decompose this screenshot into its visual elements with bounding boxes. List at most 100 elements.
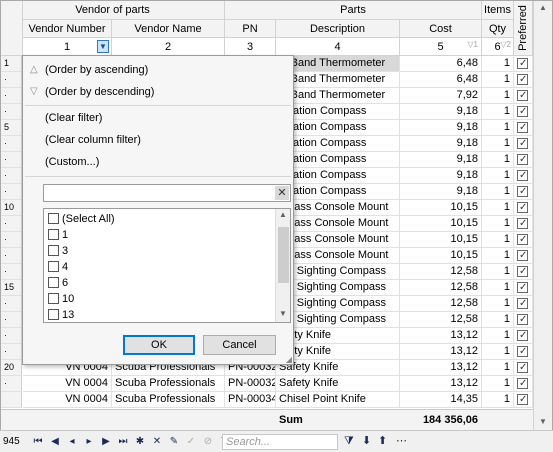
cell-desc[interactable]: afety Knife (276, 328, 400, 344)
cell-preferred[interactable] (514, 120, 533, 136)
filter-dropdown-icon[interactable]: ▼ (97, 40, 109, 53)
first-record-icon[interactable]: ⏮ (30, 436, 46, 447)
filter-value-checkbox[interactable] (48, 293, 59, 304)
row-indicator[interactable]: · (1, 232, 22, 248)
cell-cost[interactable]: 12,58 (400, 280, 482, 296)
next-record-icon[interactable]: ▸ (81, 436, 97, 447)
preferred-checkbox[interactable] (517, 72, 528, 87)
clear-search-icon[interactable]: ✕ (275, 186, 289, 200)
row-indicator[interactable]: 10 (1, 200, 22, 216)
cell-desc[interactable]: vigation Compass (276, 168, 400, 184)
header-qty[interactable]: Qty (482, 20, 514, 38)
cell-cost[interactable]: 9,18 (400, 152, 482, 168)
cell-qty[interactable]: 1 (482, 360, 514, 376)
cell-preferred[interactable] (514, 216, 533, 232)
preferred-checkbox[interactable] (517, 344, 528, 359)
cell-qty[interactable]: 1 (482, 88, 514, 104)
cancel-button[interactable]: Cancel (203, 335, 276, 355)
cell-qty[interactable]: 1 (482, 392, 514, 408)
cell-qty[interactable]: 1 (482, 296, 514, 312)
arrow-up-icon[interactable]: ⬆ (378, 434, 387, 447)
row-indicator[interactable]: · (1, 248, 22, 264)
cell-desc[interactable]: vigation Compass (276, 136, 400, 152)
cell-preferred[interactable] (514, 72, 533, 88)
cell-qty[interactable]: 1 (482, 264, 514, 280)
cell-cost[interactable]: 10,15 (400, 216, 482, 232)
row-indicator[interactable]: · (1, 184, 22, 200)
row-indicator[interactable]: 15 (1, 280, 22, 296)
cell-cost[interactable]: 9,18 (400, 120, 482, 136)
last-record-icon[interactable]: ⏭ (115, 436, 131, 447)
cell-desc[interactable]: afety Knife (276, 344, 400, 360)
list-scroll-thumb[interactable] (278, 227, 289, 283)
custom-filter-item[interactable]: (Custom...) (23, 151, 293, 173)
cell-qty[interactable]: 1 (482, 120, 514, 136)
cell-cost[interactable]: 14,35 (400, 392, 482, 408)
row-indicator[interactable]: · (1, 344, 22, 360)
preferred-checkbox[interactable] (517, 104, 528, 119)
filter-value-item[interactable]: 4 (46, 259, 271, 275)
cell-qty[interactable]: 1 (482, 200, 514, 216)
scroll-down-icon[interactable]: ▼ (539, 417, 547, 426)
ok-button[interactable]: OK (123, 335, 195, 355)
cell-preferred[interactable] (514, 392, 533, 408)
preferred-checkbox[interactable] (517, 56, 528, 71)
row-indicator[interactable]: · (1, 376, 22, 392)
cell-desc[interactable]: ect Sighting Compass (276, 312, 400, 328)
cell-cost[interactable]: 13,12 (400, 376, 482, 392)
cell-preferred[interactable] (514, 328, 533, 344)
cell-name[interactable]: Scuba Professionals (112, 392, 225, 408)
cell-desc[interactable]: st Band Thermometer (276, 72, 400, 88)
cell-preferred[interactable] (514, 232, 533, 248)
cell-desc[interactable]: st Band Thermometer (276, 56, 400, 72)
col-index-5[interactable]: 5 ▽1 (400, 38, 482, 56)
cell-preferred[interactable] (514, 184, 533, 200)
preferred-checkbox[interactable] (517, 392, 528, 407)
cell-cost[interactable]: 9,18 (400, 136, 482, 152)
header-preferred[interactable]: Preferred (514, 1, 533, 56)
filter-value-item[interactable]: (Select All) (46, 211, 271, 227)
cell-preferred[interactable] (514, 200, 533, 216)
cell-preferred[interactable] (514, 136, 533, 152)
cell-desc[interactable]: mpass Console Mount (276, 232, 400, 248)
filter-value-item[interactable]: 1 (46, 227, 271, 243)
cell-cost[interactable]: 13,12 (400, 328, 482, 344)
cell-preferred[interactable] (514, 264, 533, 280)
cell-preferred[interactable] (514, 376, 533, 392)
preferred-checkbox[interactable] (517, 312, 528, 327)
cell-cost[interactable]: 13,12 (400, 344, 482, 360)
preferred-checkbox[interactable] (517, 232, 528, 247)
cell-desc[interactable]: vigation Compass (276, 104, 400, 120)
preferred-checkbox[interactable] (517, 296, 528, 311)
cell-cost[interactable]: 6,48 (400, 72, 482, 88)
cell-qty[interactable]: 1 (482, 232, 514, 248)
cell-qty[interactable]: 1 (482, 216, 514, 232)
preferred-checkbox[interactable] (517, 264, 528, 279)
arrow-down-icon[interactable]: ⬇ (362, 434, 371, 447)
preferred-checkbox[interactable] (517, 200, 528, 215)
col-index-1[interactable]: 1 ▼ (23, 38, 112, 56)
post-icon[interactable]: ✓ (183, 436, 199, 447)
insert-icon[interactable]: ✱ (132, 436, 148, 447)
filter-value-item[interactable]: 6 (46, 275, 271, 291)
preferred-checkbox[interactable] (517, 328, 528, 343)
cell-cost[interactable]: 10,15 (400, 200, 482, 216)
cell-qty[interactable]: 1 (482, 136, 514, 152)
cell-desc[interactable]: Safety Knife (276, 360, 400, 376)
preferred-checkbox[interactable] (517, 152, 528, 167)
cell-qty[interactable]: 1 (482, 328, 514, 344)
cell-preferred[interactable] (514, 296, 533, 312)
cell-preferred[interactable] (514, 104, 533, 120)
cell-qty[interactable]: 1 (482, 248, 514, 264)
cell-cost[interactable]: 12,58 (400, 296, 482, 312)
more-icon[interactable]: ⋯ (396, 434, 407, 447)
list-scrollbar[interactable]: ▲ ▼ (275, 209, 290, 322)
cell-preferred[interactable] (514, 152, 533, 168)
cell-preferred[interactable] (514, 56, 533, 72)
cell-desc[interactable]: vigation Compass (276, 152, 400, 168)
col-index-3[interactable]: 3 (225, 38, 276, 56)
cell-desc[interactable]: vigation Compass (276, 184, 400, 200)
cell-desc[interactable]: ect Sighting Compass (276, 280, 400, 296)
clear-filter-item[interactable]: (Clear filter) (23, 107, 293, 129)
row-indicator[interactable]: · (1, 104, 22, 120)
